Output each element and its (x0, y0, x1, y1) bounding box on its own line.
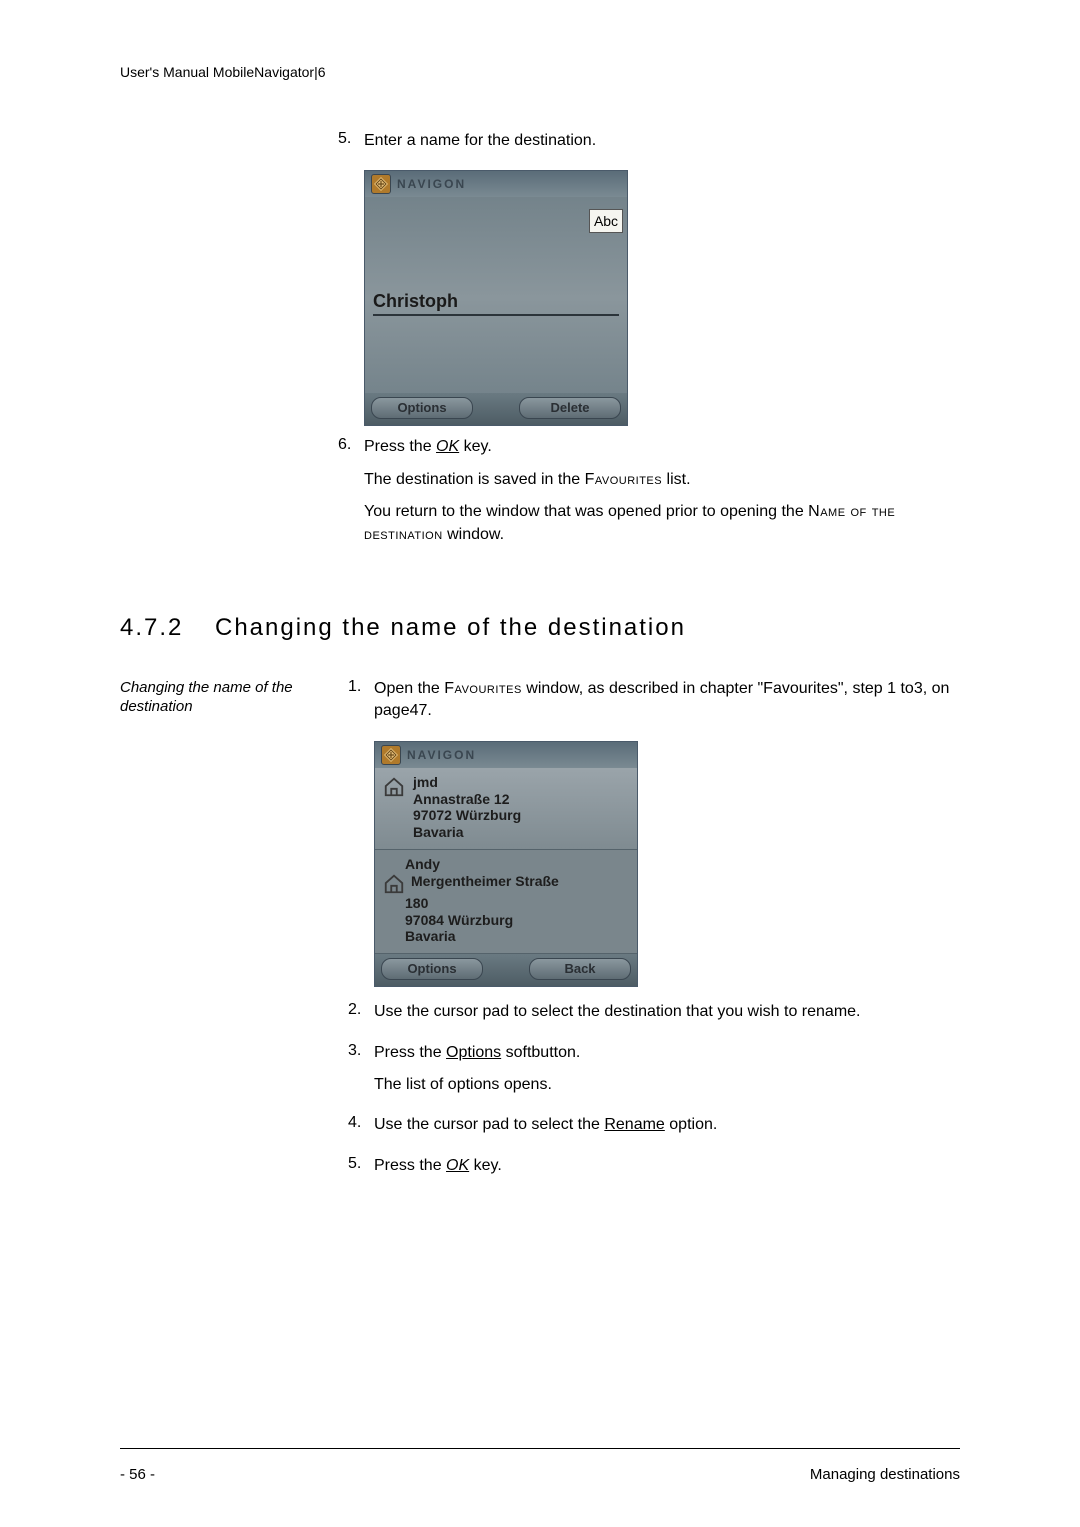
footer-rule (120, 1448, 960, 1449)
mock-brand: NAVIGON (397, 177, 466, 191)
step-text: Open the Favourites window, as described… (374, 678, 960, 723)
step-text: The list of options opens. (374, 1074, 960, 1096)
step-number: 3. (348, 1042, 374, 1107)
step-3: 3. Press the Options softbutton. The lis… (348, 1042, 960, 1107)
favourite-address: 97072 Würzburg (413, 807, 521, 824)
navigon-logo-icon (381, 745, 401, 765)
page-header: User's Manual MobileNavigator|6 (120, 64, 960, 80)
step-number: 5. (348, 1155, 374, 1187)
chapter-title: Managing destinations (810, 1466, 960, 1483)
step-text: Enter a name for the destination. (364, 130, 960, 152)
step-number: 5. (338, 130, 364, 162)
favourite-address: 97084 Würzburg (383, 912, 629, 929)
favourite-address: Bavaria (413, 824, 521, 841)
name-input-field[interactable]: Christoph (373, 291, 619, 316)
favourite-item[interactable]: Andy Mergentheimer Straße 180 97084 Würz… (375, 850, 637, 954)
margin-note: Changing the name of the destination (120, 678, 348, 1195)
favourite-name: jmd (413, 774, 521, 791)
step-text: The destination is saved in the Favourit… (364, 469, 960, 491)
step-text: Use the cursor pad to select the Rename … (374, 1114, 960, 1136)
favourite-name: Andy (383, 856, 629, 873)
mock-titlebar: NAVIGON (365, 171, 627, 197)
house-icon (383, 873, 405, 895)
input-mode-indicator: Abc (589, 209, 623, 233)
step-2: 2. Use the cursor pad to select the dest… (348, 1001, 960, 1033)
step-number: 2. (348, 1001, 374, 1033)
favourite-item[interactable]: jmd Annastraße 12 97072 Würzburg Bavaria (375, 768, 637, 850)
screenshot-favourites-list: NAVIGON jmd Annastraße 12 97072 Würzburg… (374, 741, 638, 987)
step-text: Press the Options softbutton. (374, 1042, 960, 1064)
step-text: Use the cursor pad to select the destina… (374, 1001, 960, 1023)
page-footer: - 56 - Managing destinations (120, 1466, 960, 1483)
favourite-address: Mergentheimer Straße (411, 873, 559, 895)
step-6: 6. Press the OK key. The destination is … (338, 436, 960, 556)
favourite-address: 180 (383, 895, 629, 912)
step-1: 1. Open the Favourites window, as descri… (348, 678, 960, 733)
step-text: Press the OK key. (374, 1155, 960, 1177)
step-text: Press the OK key. (364, 436, 960, 458)
page-number: - 56 - (120, 1466, 155, 1483)
section-number: 4.7.2 (120, 614, 215, 642)
delete-button[interactable]: Delete (519, 397, 621, 419)
options-button[interactable]: Options (371, 397, 473, 419)
section-heading: 4.7.2 Changing the name of the destinati… (120, 614, 960, 642)
section-title: Changing the name of the destination (215, 614, 686, 642)
step-5b: 5. Press the OK key. (348, 1155, 960, 1187)
screenshot-enter-name: NAVIGON Abc Christoph Options Delete (364, 170, 628, 426)
step-4: 4. Use the cursor pad to select the Rena… (348, 1114, 960, 1146)
softkey-row: Options Delete (365, 393, 627, 425)
step-number: 1. (348, 678, 374, 733)
options-button[interactable]: Options (381, 958, 483, 980)
back-button[interactable]: Back (529, 958, 631, 980)
step-5: 5. Enter a name for the destination. (338, 130, 960, 162)
step-number: 6. (338, 436, 364, 556)
mock-titlebar: NAVIGON (375, 742, 637, 768)
navigon-logo-icon (371, 174, 391, 194)
favourite-address: Annastraße 12 (413, 791, 521, 808)
softkey-row: Options Back (375, 954, 637, 986)
mock-brand: NAVIGON (407, 748, 476, 762)
step-text: You return to the window that was opened… (364, 501, 960, 546)
favourite-address: Bavaria (383, 928, 629, 945)
house-icon (383, 776, 405, 798)
step-number: 4. (348, 1114, 374, 1146)
